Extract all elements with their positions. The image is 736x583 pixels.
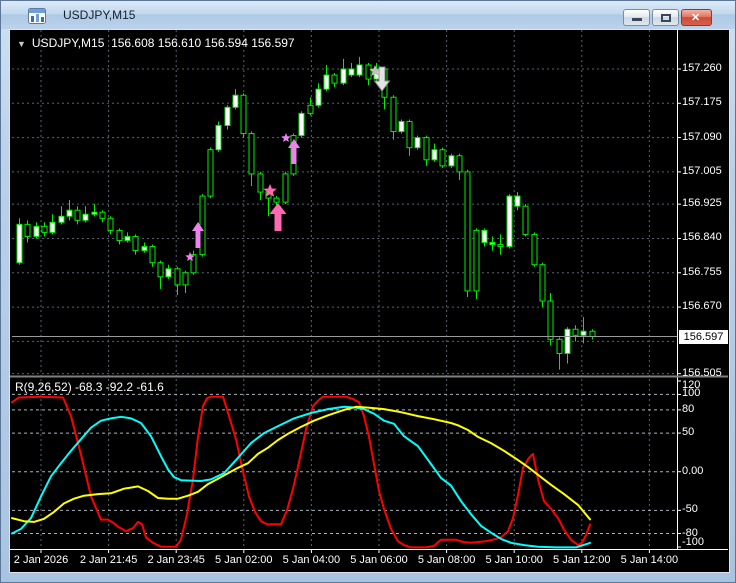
- restore-button[interactable]: [652, 9, 679, 26]
- indicator-tick-label: 100: [682, 387, 701, 400]
- chart-client-area[interactable]: [9, 29, 730, 573]
- close-icon: ✕: [691, 12, 701, 24]
- restore-icon: [661, 14, 671, 22]
- time-tick-label: 5 Jan 06:00: [350, 554, 408, 566]
- close-button[interactable]: ✕: [681, 9, 712, 26]
- price-tick-label: 156.505: [682, 366, 722, 379]
- indicator-header: R(9,26,52) -68.3 -92.2 -61.6: [15, 380, 164, 394]
- indicator-values: -68.3 -92.2 -61.6: [75, 380, 164, 394]
- price-tick-label: 156.755: [682, 265, 722, 278]
- indicator-tick-label: -100: [682, 536, 705, 548]
- indicator-tick-label: -50: [682, 503, 698, 516]
- price-tick-label: 157.175: [682, 96, 722, 109]
- price-tick-label: 157.260: [682, 62, 722, 74]
- time-tick-label: 5 Jan 12:00: [553, 554, 611, 566]
- ohlc-values: 156.608 156.610 156.594 156.597: [111, 36, 295, 50]
- time-tick-label: 5 Jan 02:00: [215, 554, 273, 566]
- time-tick-label: 2 Jan 2026: [13, 554, 69, 566]
- price-tick-label: 157.090: [682, 130, 722, 143]
- chart-window-icon: [28, 8, 46, 24]
- indicator-tick-label: 80: [682, 402, 695, 415]
- indicator-tick-label: 0.00: [682, 464, 704, 477]
- price-tick-label: 156.925: [682, 197, 722, 210]
- price-tick-label: 157.005: [682, 164, 722, 177]
- window-title-bar[interactable]: USDJPY,M15 ✕: [1, 1, 735, 29]
- time-tick-label: 2 Jan 23:45: [147, 554, 205, 566]
- time-tick-label: 5 Jan 14:00: [620, 554, 679, 566]
- indicator-tick-label: 50: [682, 426, 695, 439]
- symbol-ohlc-header: ▼ USDJPY,M15 156.608 156.610 156.594 156.…: [17, 36, 295, 50]
- indicator-name: R(9,26,52): [15, 380, 72, 394]
- time-tick-label: 5 Jan 08:00: [417, 554, 476, 566]
- time-tick-label: 2 Jan 21:45: [79, 554, 138, 566]
- minimize-button[interactable]: [623, 9, 650, 26]
- mt4-chart-window: USDJPY,M15 ✕ ▼ USDJPY,M15 156.608 156.610…: [0, 0, 736, 583]
- price-tick-label: 156.840: [682, 231, 722, 244]
- minimize-icon: [632, 18, 642, 21]
- time-tick-label: 5 Jan 10:00: [485, 554, 543, 566]
- time-tick-label: 5 Jan 04:00: [282, 554, 341, 566]
- window-title: USDJPY,M15: [63, 8, 136, 22]
- collapse-quotes-icon[interactable]: ▼: [17, 39, 26, 49]
- current-price-label: 156.597: [679, 330, 728, 344]
- price-tick-label: 156.670: [682, 300, 722, 313]
- symbol-period-label: USDJPY,M15: [31, 36, 105, 50]
